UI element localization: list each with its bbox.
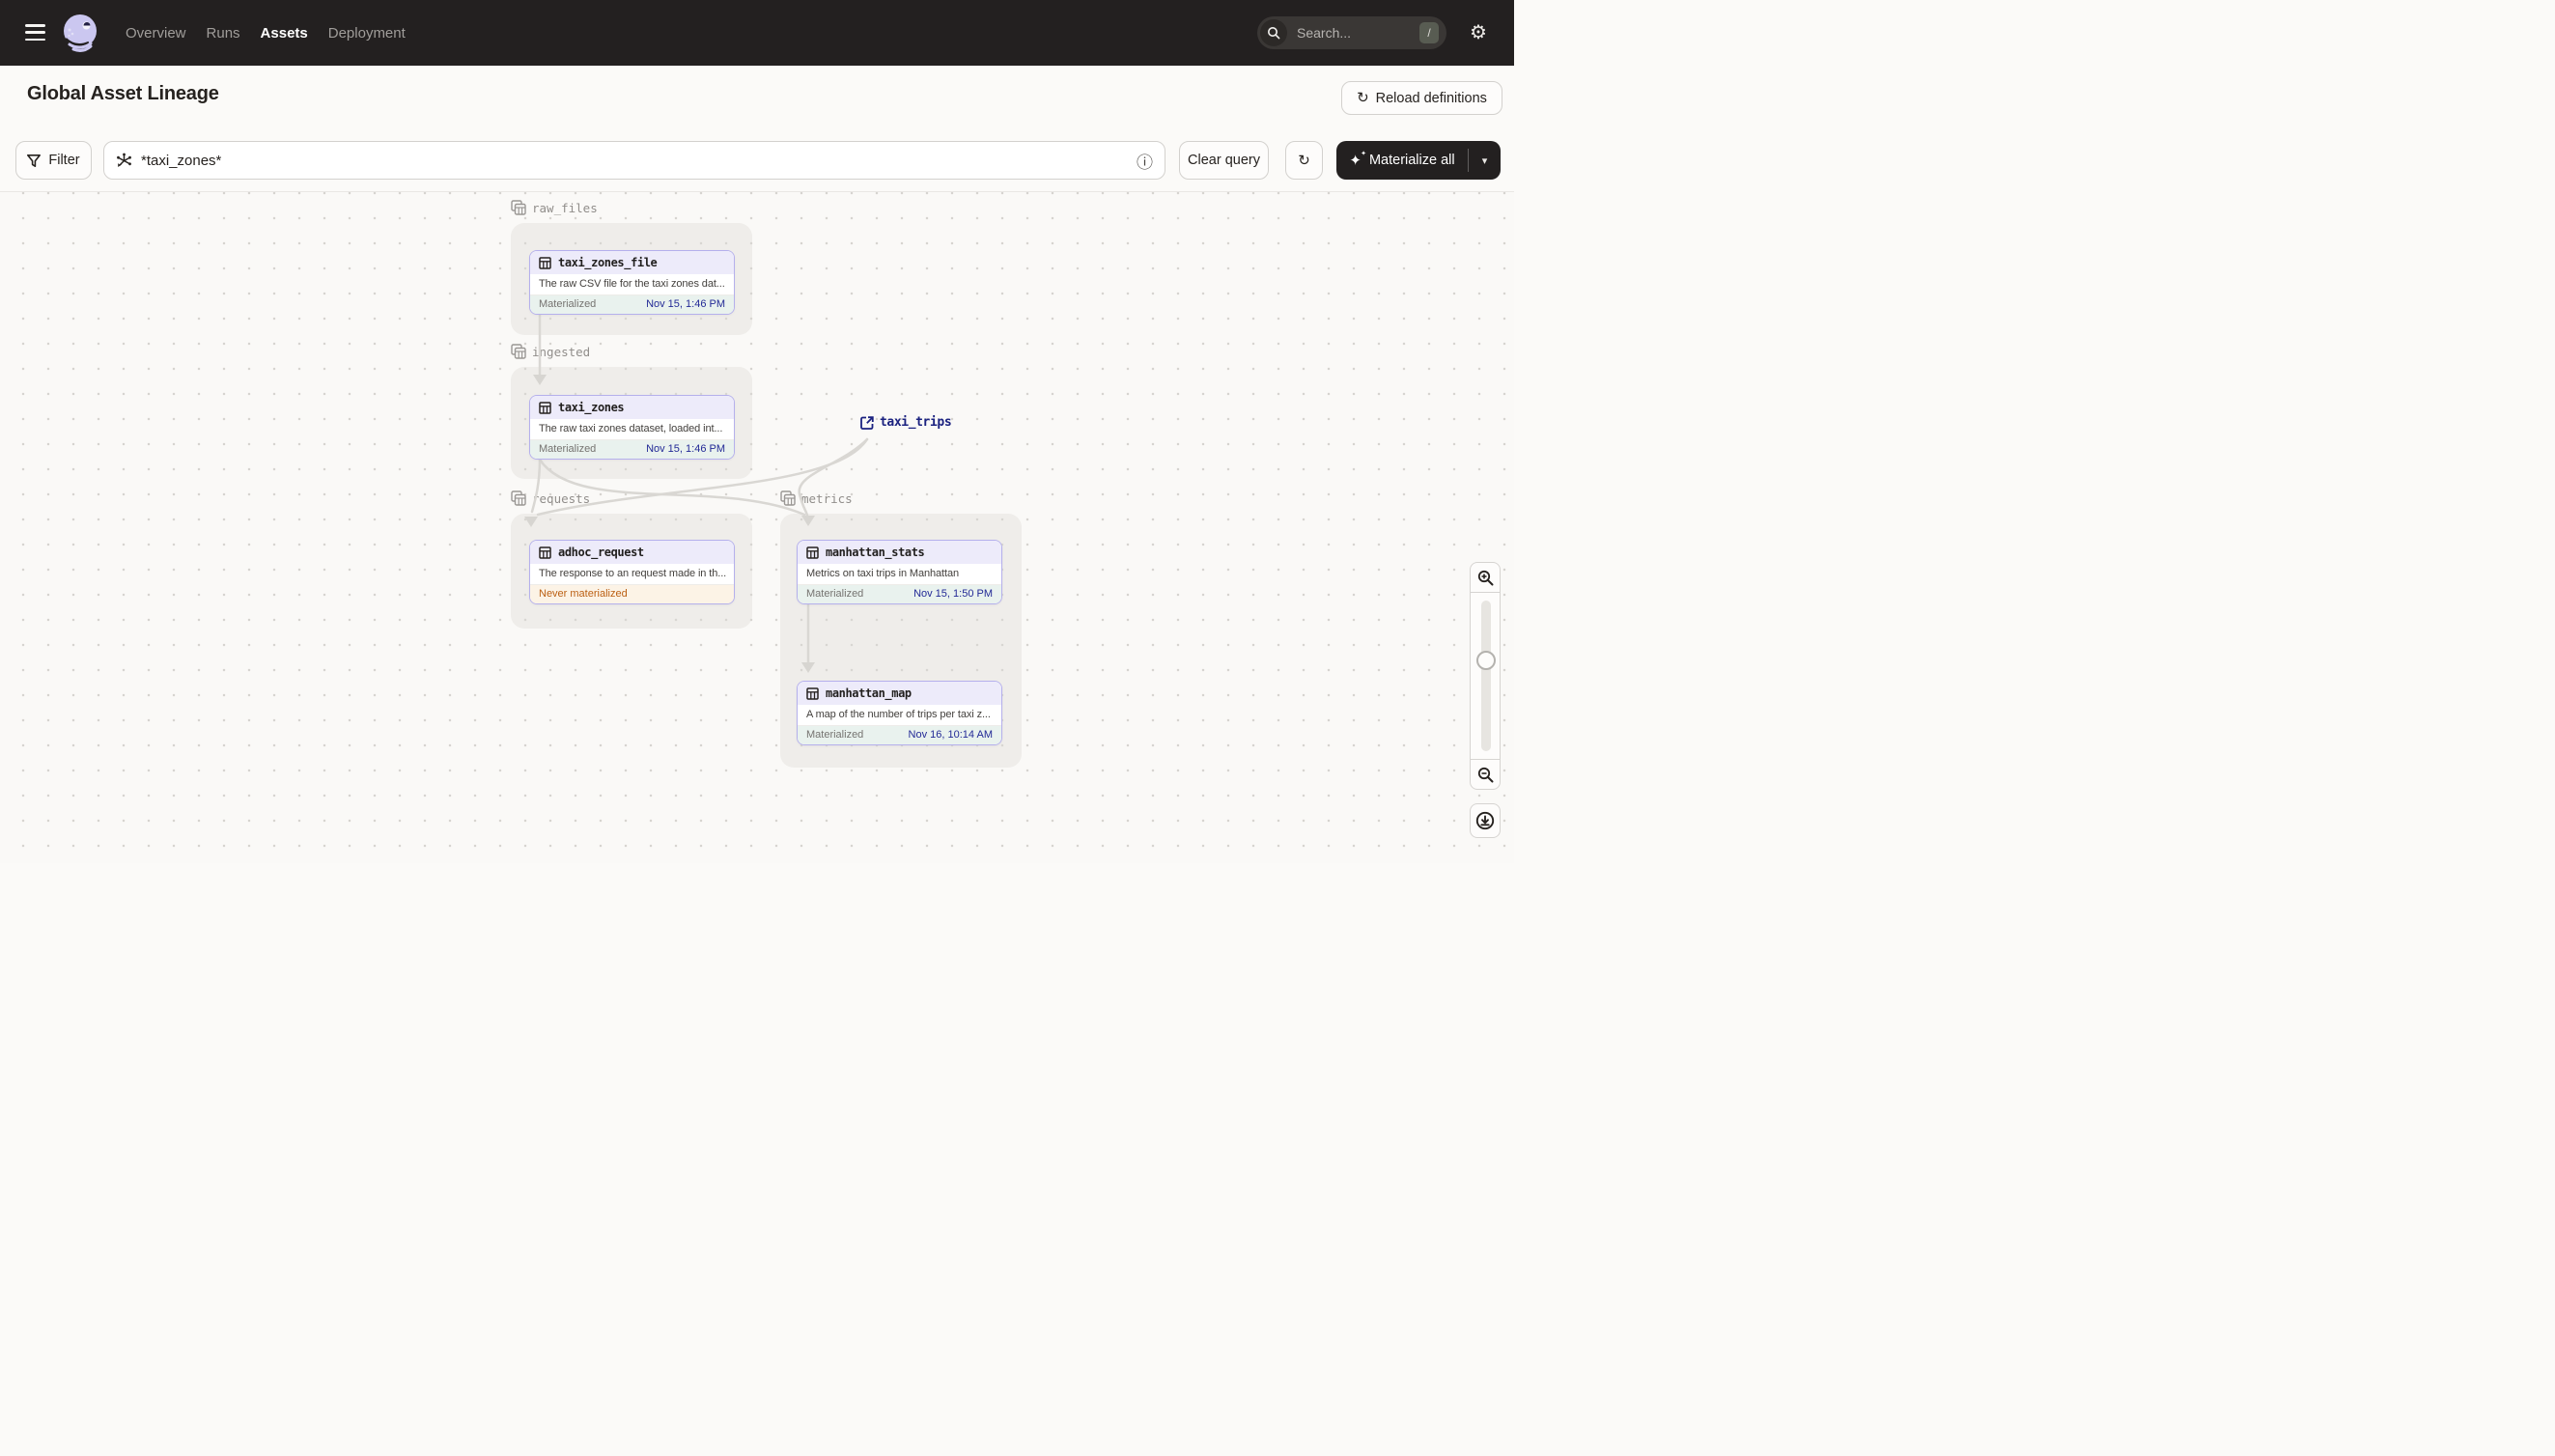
- asset-description: The raw CSV file for the taxi zones dat.…: [530, 274, 734, 294]
- asset-node-taxi-zones[interactable]: taxi_zones The raw taxi zones dataset, l…: [529, 395, 735, 460]
- asset-description: A map of the number of trips per taxi z.…: [798, 705, 1001, 725]
- asset-node-adhoc-request[interactable]: adhoc_request The response to an request…: [529, 540, 735, 604]
- op-selection-icon: [117, 153, 131, 167]
- top-navigation-bar: Overview Runs Assets Deployment Search..…: [0, 0, 1514, 66]
- zoom-controls: [1470, 562, 1501, 842]
- clear-query-button[interactable]: Clear query: [1179, 141, 1269, 180]
- asset-status-bar: Materialized Nov 16, 10:14 AM: [798, 725, 1001, 744]
- lineage-canvas[interactable]: raw_files ingested requests metrics taxi…: [0, 192, 1514, 863]
- external-asset-name: taxi_trips: [880, 415, 952, 430]
- status-label: Never materialized: [539, 588, 628, 601]
- nav-overview[interactable]: Overview: [126, 25, 186, 42]
- materialization-timestamp[interactable]: Nov 15, 1:46 PM: [646, 298, 725, 310]
- nav-runs[interactable]: Runs: [207, 25, 240, 42]
- asset-status-bar: Materialized Nov 15, 1:50 PM: [798, 584, 1001, 603]
- lineage-toolbar: Filter ⓘ Clear query ↻: [0, 133, 1514, 192]
- asset-node-header: manhattan_stats: [798, 541, 1001, 564]
- materialization-timestamp[interactable]: Nov 15, 1:46 PM: [646, 443, 725, 455]
- reload-definitions-button[interactable]: ↻ Reload definitions: [1341, 81, 1502, 115]
- materialize-all-label: Materialize all: [1368, 153, 1455, 168]
- materialization-timestamp[interactable]: Nov 16, 10:14 AM: [909, 729, 993, 741]
- asset-description: Metrics on taxi trips in Manhattan: [798, 564, 1001, 584]
- edge-taxi-zones-to-adhoc-request: [530, 458, 542, 514]
- nav-assets[interactable]: Assets: [261, 25, 308, 42]
- info-icon[interactable]: ⓘ: [1137, 149, 1153, 173]
- asset-description: The raw taxi zones dataset, loaded int..…: [530, 419, 734, 439]
- materialize-all-button[interactable]: ✦ ✦ Materialize all: [1336, 150, 1468, 169]
- external-asset-taxi-trips[interactable]: taxi_trips: [860, 415, 952, 430]
- table-icon: [806, 546, 819, 559]
- dagster-app: Overview Runs Assets Deployment Search..…: [0, 0, 1514, 863]
- page-header: Global Asset Lineage ↻ Reload definition…: [0, 66, 1514, 133]
- asset-node-manhattan-stats[interactable]: manhattan_stats Metrics on taxi trips in…: [797, 540, 1002, 604]
- asset-name: manhattan_stats: [826, 546, 925, 559]
- refresh-button[interactable]: ↻: [1285, 141, 1323, 180]
- asset-status-bar: Never materialized: [530, 584, 734, 603]
- hamburger-menu-icon[interactable]: [25, 24, 45, 41]
- zoom-out-button[interactable]: [1470, 759, 1501, 790]
- asset-node-manhattan-map[interactable]: manhattan_map A map of the number of tri…: [797, 681, 1002, 745]
- asset-node-taxi-zones-file[interactable]: taxi_zones_file The raw CSV file for the…: [529, 250, 735, 315]
- asset-name: taxi_zones: [558, 401, 625, 414]
- asset-status-bar: Materialized Nov 15, 1:46 PM: [530, 439, 734, 459]
- page-title: Global Asset Lineage: [27, 83, 219, 104]
- lineage-edges: [524, 312, 869, 673]
- asset-node-header: adhoc_request: [530, 541, 734, 564]
- reload-icon: ↻: [1357, 90, 1369, 106]
- table-icon: [539, 256, 551, 269]
- sparkle-icon: ✦ ✦: [1349, 150, 1366, 169]
- status-label: Materialized: [539, 443, 597, 456]
- materialize-all-split-button: ✦ ✦ Materialize all ▾: [1336, 141, 1501, 180]
- settings-gear-icon[interactable]: ⚙: [1470, 20, 1487, 44]
- asset-description: The response to an request made in th...: [530, 564, 734, 584]
- materialize-options-dropdown[interactable]: ▾: [1468, 149, 1501, 172]
- refresh-icon: ↻: [1298, 152, 1310, 169]
- external-link-icon: [860, 415, 874, 430]
- filter-button[interactable]: Filter: [15, 141, 92, 180]
- table-icon: [539, 546, 551, 559]
- status-label: Materialized: [539, 298, 597, 311]
- clear-query-label: Clear query: [1188, 153, 1260, 168]
- global-search-input[interactable]: Search... /: [1257, 16, 1446, 49]
- table-icon: [806, 686, 819, 700]
- asset-name: taxi_zones_file: [558, 256, 658, 269]
- zoom-slider[interactable]: [1470, 593, 1501, 759]
- filter-label: Filter: [48, 153, 80, 168]
- status-label: Materialized: [806, 729, 864, 742]
- search-icon: [1260, 19, 1287, 46]
- search-placeholder: Search...: [1297, 25, 1352, 41]
- asset-status-bar: Materialized Nov 15, 1:46 PM: [530, 294, 734, 314]
- zoom-in-button[interactable]: [1470, 562, 1501, 593]
- recenter-view-button[interactable]: [1470, 803, 1501, 838]
- asset-selection-box: ⓘ: [103, 141, 1165, 180]
- asset-name: manhattan_map: [826, 686, 912, 700]
- dagster-logo[interactable]: [60, 13, 100, 53]
- asset-node-header: taxi_zones_file: [530, 251, 734, 274]
- materialization-timestamp[interactable]: Nov 15, 1:50 PM: [913, 588, 993, 600]
- status-label: Materialized: [806, 588, 864, 601]
- asset-query-input[interactable]: [141, 152, 1128, 169]
- asset-name: adhoc_request: [558, 546, 644, 559]
- search-shortcut-badge: /: [1419, 22, 1439, 43]
- asset-node-header: manhattan_map: [798, 682, 1001, 705]
- zoom-slider-track[interactable]: [1481, 601, 1491, 751]
- asset-node-header: taxi_zones: [530, 396, 734, 419]
- funnel-icon: [27, 154, 42, 167]
- reload-label: Reload definitions: [1375, 90, 1487, 106]
- zoom-slider-handle[interactable]: [1476, 651, 1496, 670]
- nav-deployment[interactable]: Deployment: [328, 25, 406, 42]
- table-icon: [539, 401, 551, 414]
- primary-nav: Overview Runs Assets Deployment: [126, 0, 406, 66]
- chevron-down-icon: ▾: [1481, 154, 1488, 167]
